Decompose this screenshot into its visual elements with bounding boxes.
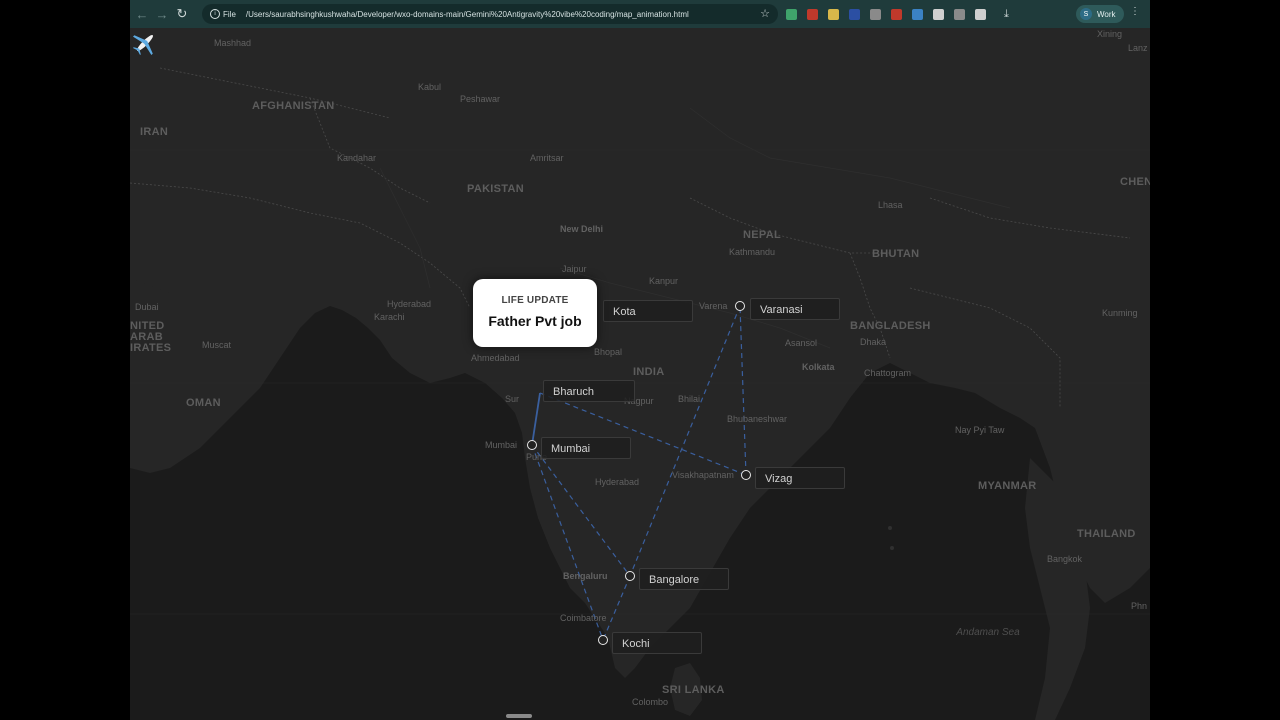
stop-label-bharuch[interactable]: Bharuch xyxy=(543,380,635,402)
city-label: Amritsar xyxy=(530,153,564,163)
city-label: Bhubaneshwar xyxy=(727,414,788,424)
city-label: Kolkata xyxy=(802,362,835,372)
route-node-mumbai[interactable] xyxy=(527,440,537,450)
extensions-row: ⤓ xyxy=(786,6,1009,22)
profile-chip[interactable]: S Work xyxy=(1076,5,1124,23)
extension-icon[interactable] xyxy=(891,8,902,20)
route-node-bangalore[interactable] xyxy=(625,571,635,581)
city-label: Muscat xyxy=(202,340,232,350)
city-label: Coimbatore xyxy=(560,613,607,623)
stop-label-mumbai[interactable]: Mumbai xyxy=(541,437,631,459)
country-label-afghanistan: AFGHANISTAN xyxy=(252,100,335,112)
city-label: Lhasa xyxy=(878,200,903,210)
country-label-oman: OMAN xyxy=(186,397,221,409)
country-label-iran: IRAN xyxy=(140,126,169,138)
city-label: Dhaka xyxy=(860,337,887,347)
scroll-handle[interactable] xyxy=(506,714,532,718)
route-node-vizag[interactable] xyxy=(741,470,751,480)
country-label-uae-3: IRATES xyxy=(130,342,172,354)
country-label-myanmar: MYANMAR xyxy=(978,480,1037,492)
forward-button[interactable]: → xyxy=(152,4,172,24)
city-label: Visakhapatnam xyxy=(672,470,734,480)
city-label: Kunming xyxy=(1102,308,1138,318)
country-label-nepal: NEPAL xyxy=(743,229,781,241)
city-label: Xining xyxy=(1097,29,1123,39)
extension-icon[interactable] xyxy=(954,8,965,20)
stop-label-kochi[interactable]: Kochi xyxy=(612,632,702,654)
city-label: Dubai xyxy=(135,302,159,312)
address-bar[interactable]: i File /Users/saurabhsinghkushwaha/Devel… xyxy=(202,4,778,24)
country-label-sri-lanka: SRI LANKA xyxy=(662,684,725,696)
city-label: Jaipur xyxy=(562,264,587,274)
city-label: Sur xyxy=(505,394,520,404)
more-menu-icon[interactable]: ⋮ xyxy=(1130,6,1140,17)
map-canvas[interactable]: IRAN AFGHANISTAN PAKISTAN OMAN NEPAL BHU… xyxy=(130,28,1150,720)
download-icon[interactable]: ⤓ xyxy=(1004,8,1009,21)
reload-button[interactable]: ↻ xyxy=(172,4,192,24)
route-node-kochi[interactable] xyxy=(598,635,608,645)
city-label: Peshawar xyxy=(460,94,501,104)
card-title: Father Pvt job xyxy=(488,313,582,329)
bookmark-star-icon[interactable]: ☆ xyxy=(760,7,770,20)
site-info-chip[interactable]: i File xyxy=(204,7,242,21)
city-label: Karachi xyxy=(374,312,405,322)
country-label-pakistan: PAKISTAN xyxy=(467,183,524,195)
extension-icon[interactable] xyxy=(828,8,839,20)
city-label: Nay Pyi Taw xyxy=(955,425,1005,435)
city-label: Kanpur xyxy=(649,276,679,286)
stop-label-vizag[interactable]: Vizag xyxy=(755,467,845,489)
airplane-icon xyxy=(132,35,153,56)
life-update-card: LIFE UPDATE Father Pvt job xyxy=(473,279,597,347)
browser-toolbar: ← → ↻ i File /Users/saurabhsinghkushwaha… xyxy=(130,0,1150,28)
stop-label-bangalore[interactable]: Bangalore xyxy=(639,568,729,590)
city-label: Mashhad xyxy=(214,38,252,48)
city-label: Asansol xyxy=(785,338,818,348)
extension-icon[interactable] xyxy=(933,8,944,20)
extension-icon[interactable] xyxy=(975,8,986,20)
sea-label: Andaman Sea xyxy=(956,627,1020,638)
city-label: Kandahar xyxy=(337,153,377,163)
city-label: Colombo xyxy=(632,697,669,707)
profile-name: Work xyxy=(1097,9,1116,19)
city-label: Mumbai xyxy=(485,440,518,450)
extension-icon[interactable] xyxy=(786,8,797,20)
card-kicker: LIFE UPDATE xyxy=(501,295,569,306)
extension-icon[interactable] xyxy=(849,8,860,20)
city-label: Kabul xyxy=(418,82,442,92)
info-icon: i xyxy=(210,9,220,19)
city-label: Bhilai xyxy=(678,394,701,404)
city-label: Bhopal xyxy=(594,347,623,357)
country-label-bhutan: BHUTAN xyxy=(872,248,920,260)
country-label-bangladesh: BANGLADESH xyxy=(850,320,931,332)
country-label-india: INDIA xyxy=(633,366,665,378)
url-scheme-label: File xyxy=(223,9,236,19)
city-label: Kathmandu xyxy=(729,247,776,257)
city-label: Ahmedabad xyxy=(471,353,520,363)
city-label: Lanz xyxy=(1128,43,1148,53)
city-label: Bangkok xyxy=(1047,554,1083,564)
browser-window: ← → ↻ i File /Users/saurabhsinghkushwaha… xyxy=(130,0,1150,720)
country-label-china: CHEN xyxy=(1120,176,1150,188)
city-label: Phn xyxy=(1131,601,1148,611)
back-button[interactable]: ← xyxy=(132,4,152,24)
country-label-thailand: THAILAND xyxy=(1077,528,1136,540)
extension-icon[interactable] xyxy=(912,8,923,20)
city-label: Hyderabad xyxy=(387,299,432,309)
route-node-varanasi[interactable] xyxy=(735,301,745,311)
stop-label-kota[interactable]: Kota xyxy=(603,300,693,322)
city-label: Varena xyxy=(699,301,728,311)
stop-label-varanasi[interactable]: Varanasi xyxy=(750,298,840,320)
city-label: Chattogram xyxy=(864,368,912,378)
avatar: S xyxy=(1080,8,1092,20)
city-label: Bengaluru xyxy=(563,571,608,581)
city-label: Hyderabad xyxy=(595,477,640,487)
url-text: /Users/saurabhsinghkushwaha/Developer/wx… xyxy=(245,9,689,19)
extension-icon[interactable] xyxy=(870,8,881,20)
city-label: New Delhi xyxy=(560,224,604,234)
extension-icon[interactable] xyxy=(807,8,818,20)
